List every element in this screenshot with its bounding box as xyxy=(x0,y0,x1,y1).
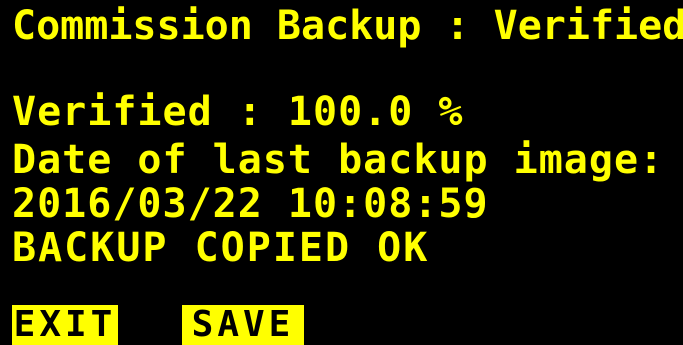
last-backup-timestamp: 2016/03/22 10:08:59 xyxy=(12,181,489,227)
screen-title: Commission Backup : Verified xyxy=(12,3,683,49)
last-backup-label: Date of last backup image: xyxy=(12,137,665,183)
exit-button[interactable]: EXIT xyxy=(12,305,118,345)
lcd-screen: Commission Backup : Verified Verified : … xyxy=(0,0,683,345)
backup-status-message: BACKUP COPIED OK xyxy=(12,225,430,271)
verified-percentage: Verified : 100.0 % xyxy=(12,89,464,135)
save-button[interactable]: SAVE xyxy=(182,305,304,345)
